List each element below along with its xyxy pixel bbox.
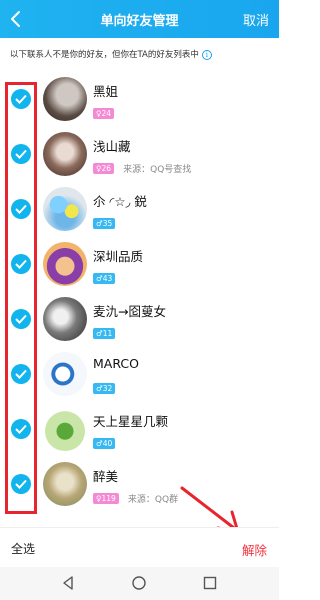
contact-meta: ♀26 来源：QQ号查找 [93, 158, 191, 175]
contact-name: 醉美 [93, 469, 119, 484]
contact-source: 来源：QQ群 [127, 495, 179, 505]
contact-meta: ♀119 来源：QQ群 [93, 488, 178, 505]
age-badge: ♂35 [93, 218, 116, 229]
nav-back-icon[interactable] [60, 575, 76, 591]
avatar [43, 242, 87, 286]
contact-meta: ♂43 [93, 268, 116, 284]
notice-label: 以下联系人不是你的好友，但你在TA的好友列表中 [10, 50, 199, 60]
list-item[interactable]: 黑姐 ♀24 [0, 72, 279, 126]
nav-home-icon[interactable] [131, 575, 147, 591]
info-icon[interactable]: i [201, 49, 212, 60]
male-icon: ♂ [96, 329, 103, 338]
contact-name: 浅山藏 [93, 139, 131, 154]
annotation-box [5, 82, 37, 514]
list-item[interactable]: 深圳品质 ♂43 [0, 237, 279, 291]
avatar [43, 407, 87, 451]
avatar [43, 132, 87, 176]
list-item[interactable]: 浅山藏 ♀26 来源：QQ号查找 [0, 127, 279, 181]
male-icon: ♂ [96, 384, 103, 393]
avatar [43, 297, 87, 341]
contact-name: MARCO [93, 356, 139, 371]
avatar [43, 462, 87, 506]
contact-meta: ♂35 [93, 213, 116, 229]
contact-meta: ♂11 [93, 323, 116, 339]
avatar [43, 352, 87, 396]
contact-meta: ♀24 [93, 103, 115, 119]
male-icon: ♂ [96, 274, 103, 283]
contact-name: 天上星星几颗 [93, 414, 169, 429]
age-badge: ♂40 [93, 438, 116, 449]
system-nav-bar [0, 567, 279, 600]
age-badge: ♀119 [93, 493, 119, 504]
age-badge: ♂32 [93, 383, 116, 394]
title-bar: 单向好友管理 取消 [0, 0, 279, 38]
action-bar: 全选 解除 [0, 527, 279, 567]
list-item[interactable]: MARCO ♂32 [0, 347, 279, 401]
age-badge: ♀26 [93, 163, 115, 174]
age-badge: ♂43 [93, 273, 116, 284]
remove-button[interactable]: 解除 [242, 540, 267, 559]
list-item[interactable]: 天上星星几颗 ♂40 [0, 402, 279, 456]
male-icon: ♂ [96, 439, 103, 448]
select-all-button[interactable]: 全选 [11, 540, 35, 557]
contact-meta: ♂40 [93, 433, 116, 449]
notice-text: 以下联系人不是你的好友，但你在TA的好友列表中 i [10, 48, 212, 60]
list-item[interactable]: 尒 ◜☆◞ 鋭 ♂35 [0, 182, 279, 236]
contact-meta: ♂32 [93, 378, 116, 394]
list-item[interactable]: 麦氿→囵蓃女 ♂11 [0, 292, 279, 346]
avatar [43, 187, 87, 231]
age-badge: ♂11 [93, 328, 116, 339]
avatar [43, 77, 87, 121]
male-icon: ♂ [96, 219, 103, 228]
nav-recent-icon[interactable] [202, 575, 218, 591]
cancel-button[interactable]: 取消 [243, 10, 269, 29]
page-title: 单向好友管理 [100, 14, 179, 29]
age-badge: ♀24 [93, 108, 115, 119]
contact-name: 黑姐 [93, 84, 119, 99]
contact-name: 麦氿→囵蓃女 [93, 304, 166, 319]
contact-name: 深圳品质 [93, 249, 144, 264]
contact-name: 尒 ◜☆◞ 鋭 [93, 194, 147, 209]
contact-source: 来源：QQ号查找 [123, 165, 192, 175]
